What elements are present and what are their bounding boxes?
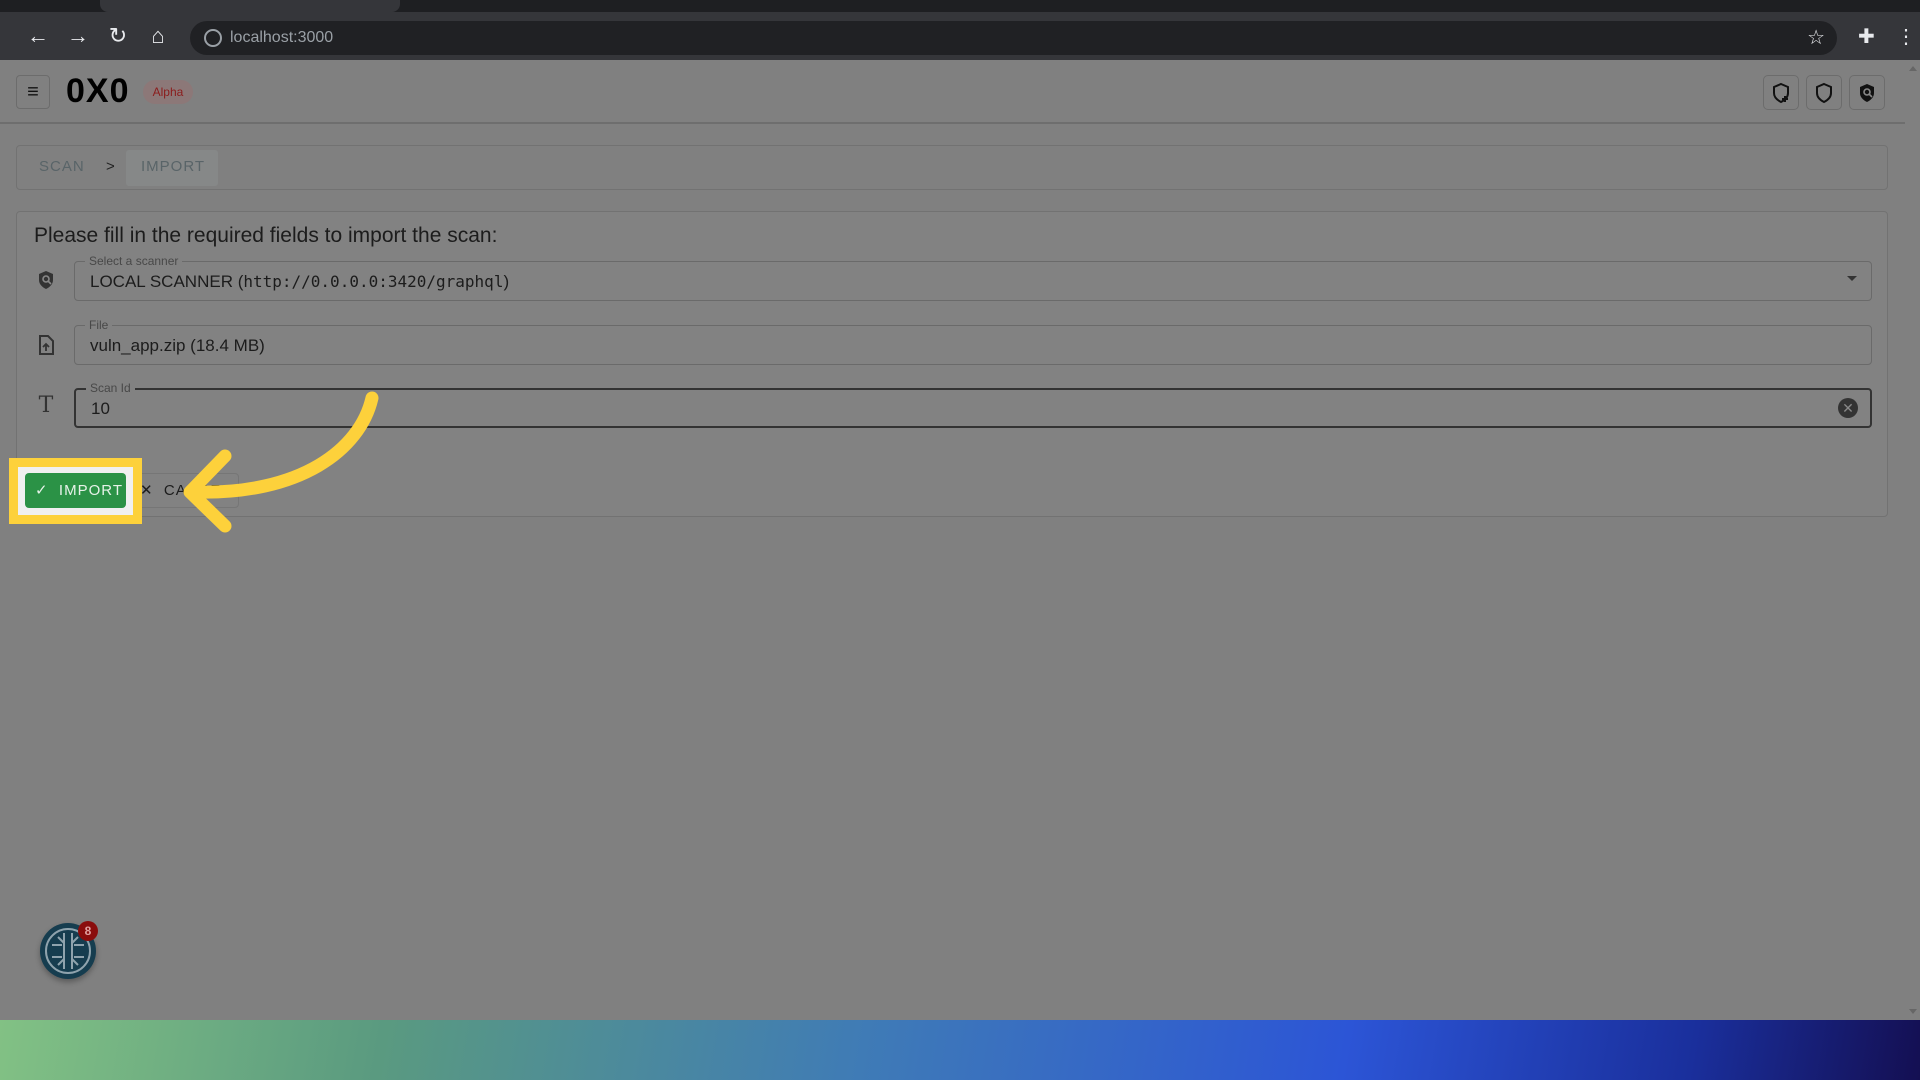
annotation-arrow xyxy=(183,391,379,533)
